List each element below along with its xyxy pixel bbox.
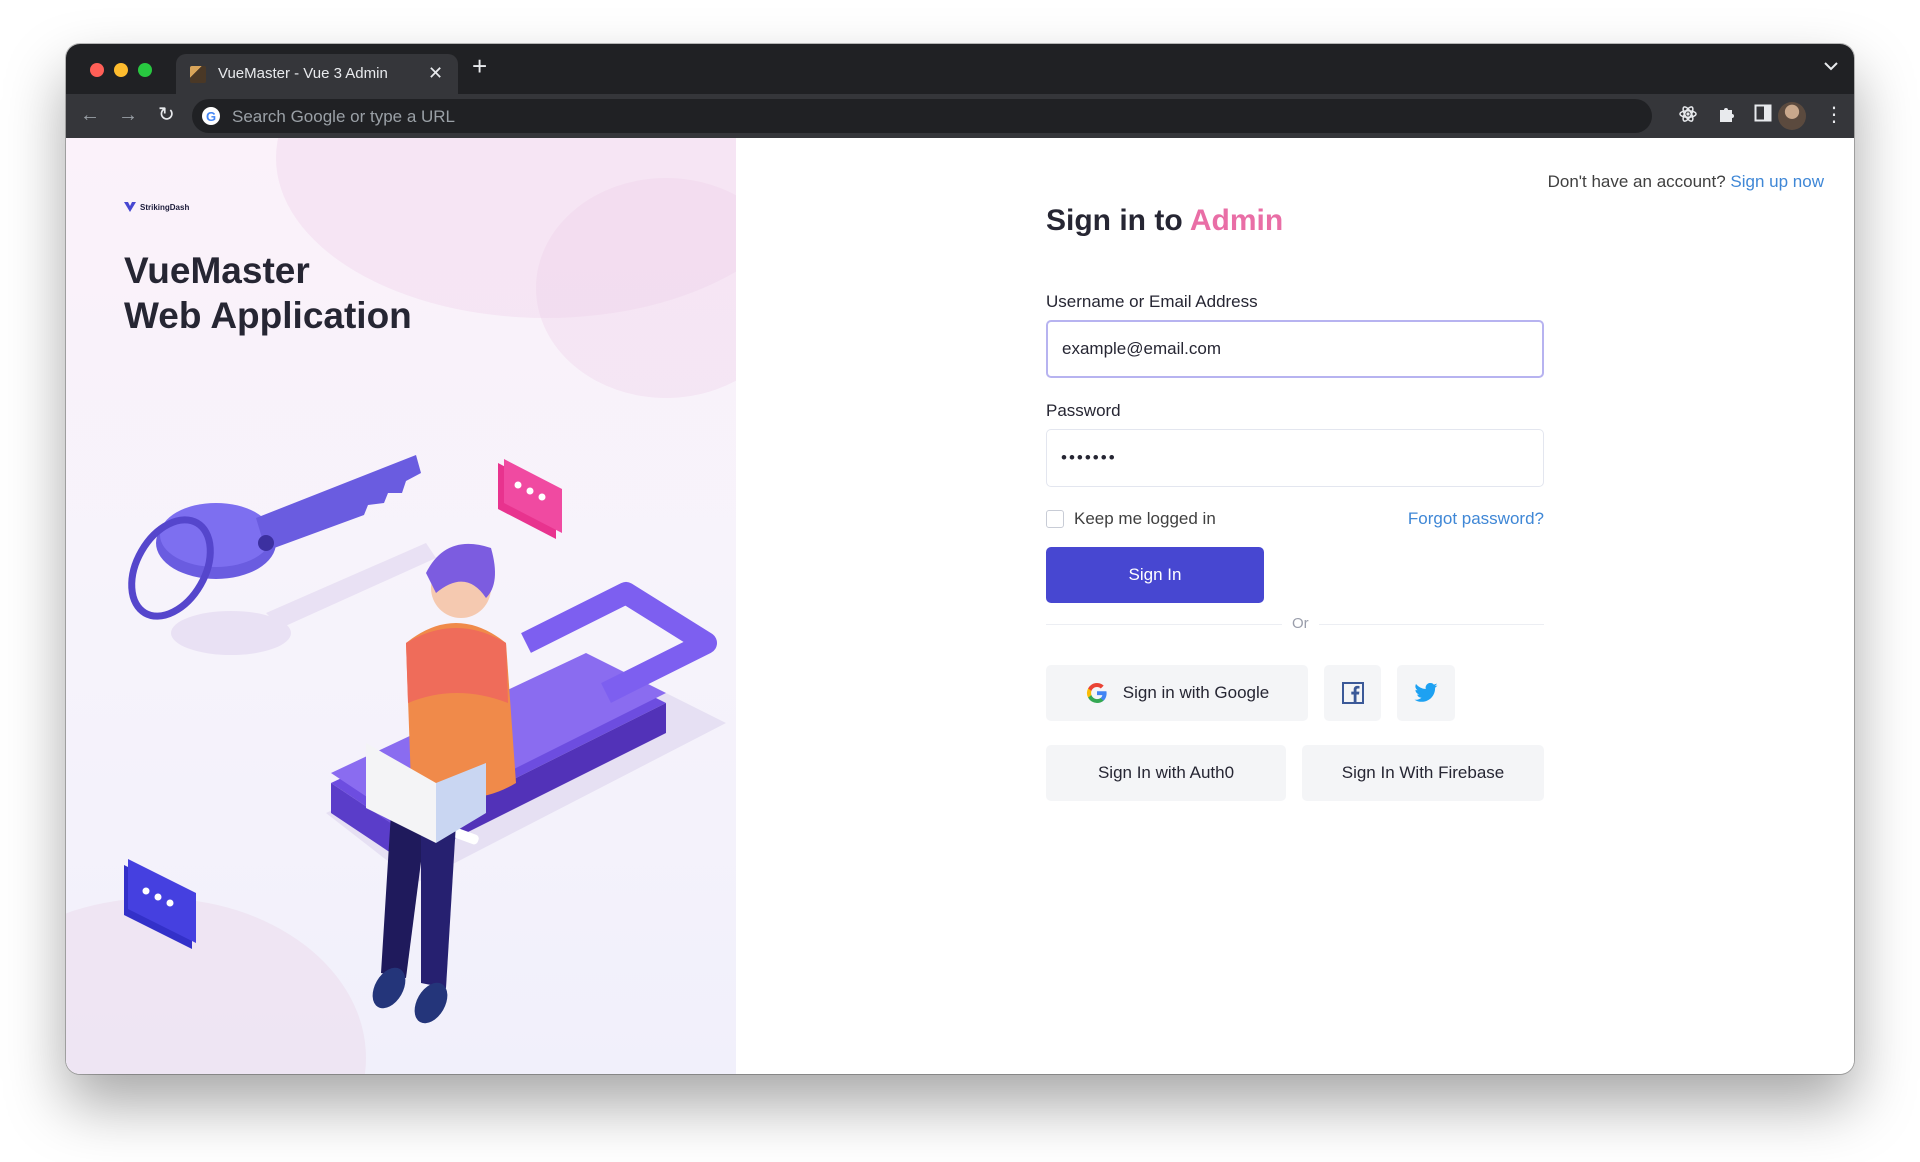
tab-strip: VueMaster - Vue 3 Admin ✕ +: [66, 44, 1854, 94]
divider-text: Or: [1282, 615, 1319, 632]
signup-prompt-text: Don't have an account?: [1547, 172, 1726, 191]
google-icon: [1086, 683, 1107, 703]
remember-checkbox[interactable]: [1046, 510, 1064, 528]
browser-tab[interactable]: VueMaster - Vue 3 Admin ✕: [176, 54, 458, 94]
react-devtools-icon[interactable]: [1678, 104, 1698, 129]
close-window-button[interactable]: [90, 63, 104, 77]
brand-logo[interactable]: StrikingDash: [124, 202, 189, 212]
menu-icon[interactable]: ⋮: [1824, 104, 1844, 126]
hero-title: VueMaster Web Application: [124, 248, 412, 338]
auth0-signin-button[interactable]: Sign In with Auth0: [1046, 745, 1286, 801]
chat-bubble-pink-icon: [498, 459, 562, 539]
username-label: Username or Email Address: [1046, 292, 1258, 311]
facebook-icon: [1341, 682, 1364, 704]
username-input[interactable]: [1046, 320, 1544, 378]
extensions-icon[interactable]: [1716, 104, 1736, 129]
title-accent: Admin: [1189, 204, 1284, 237]
tab-title: VueMaster - Vue 3 Admin: [218, 65, 388, 82]
google-signin-button[interactable]: Sign in with Google: [1046, 665, 1308, 721]
back-icon[interactable]: ←: [80, 104, 100, 126]
google-button-label: Sign in with Google: [1122, 683, 1270, 702]
signup-link[interactable]: Sign up now: [1730, 172, 1824, 191]
password-input[interactable]: [1046, 429, 1544, 487]
page-title: Sign in to Admin: [1046, 204, 1544, 238]
twitter-icon: [1414, 683, 1438, 702]
address-bar[interactable]: G Search Google or type a URL: [192, 99, 1652, 133]
page-content: StrikingDash VueMaster Web Application D…: [66, 138, 1854, 1074]
forgot-password-link[interactable]: Forgot password?: [1408, 509, 1544, 529]
title-prefix: Sign in to: [1046, 204, 1183, 237]
new-tab-button[interactable]: +: [472, 53, 487, 79]
firebase-signin-button[interactable]: Sign In With Firebase: [1302, 745, 1544, 801]
signin-button[interactable]: Sign In: [1046, 547, 1264, 603]
logo-text: StrikingDash: [140, 202, 190, 212]
maximize-window-button[interactable]: [138, 63, 152, 77]
favicon-icon: [190, 66, 206, 83]
reload-icon[interactable]: ↻: [158, 104, 175, 126]
person-illustration: [366, 543, 516, 1024]
signin-form: Sign in to Admin Username or Email Addre…: [1046, 204, 1544, 801]
browser-toolbar: ← → ↻ G Search Google or type a URL ⋮: [66, 94, 1854, 138]
forward-icon[interactable]: →: [118, 104, 138, 126]
device-illustration: [326, 582, 726, 883]
minimize-window-button[interactable]: [114, 63, 128, 77]
google-icon: G: [202, 107, 220, 125]
brand-panel: StrikingDash VueMaster Web Application: [66, 138, 736, 1074]
side-panel-icon[interactable]: [1754, 104, 1772, 127]
tab-search-icon[interactable]: [1824, 58, 1838, 76]
logo-icon: [124, 202, 136, 212]
chat-bubble-blue-icon: [124, 859, 196, 949]
signup-prompt: Don't have an account? Sign up now: [1548, 172, 1824, 192]
remember-label: Keep me logged in: [1074, 509, 1216, 528]
address-placeholder: Search Google or type a URL: [232, 107, 456, 126]
twitter-signin-button[interactable]: [1397, 665, 1455, 721]
profile-avatar[interactable]: [1778, 102, 1806, 130]
hero-title-line: Web Application: [124, 295, 412, 336]
facebook-signin-button[interactable]: [1324, 665, 1381, 721]
login-illustration: [124, 455, 726, 1024]
password-label: Password: [1046, 401, 1121, 420]
key-illustration: [128, 455, 436, 655]
tab-close-icon[interactable]: ✕: [428, 63, 443, 84]
browser-window: VueMaster - Vue 3 Admin ✕ + ← → ↻ G Sear…: [66, 44, 1854, 1074]
hero-title-line: VueMaster: [124, 250, 310, 291]
